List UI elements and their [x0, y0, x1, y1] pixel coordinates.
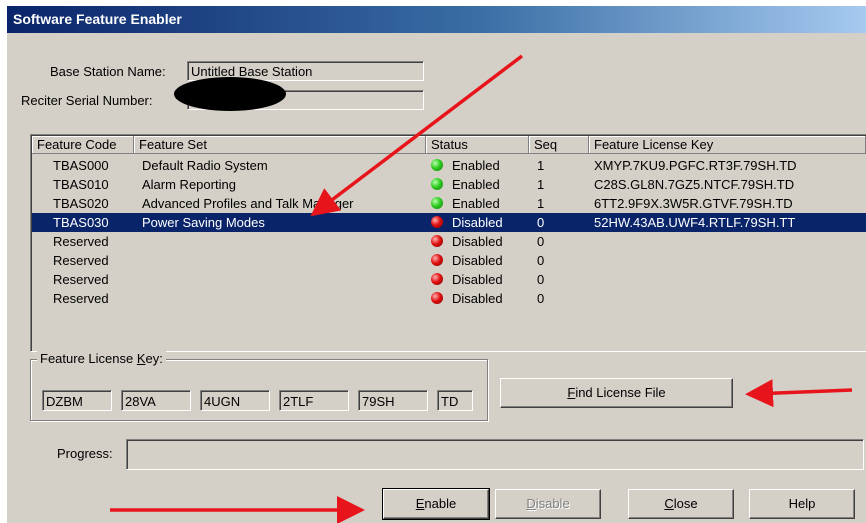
status-disabled-icon — [431, 235, 443, 247]
status-cell: Disabled — [452, 215, 503, 230]
column-header-status[interactable]: Status — [426, 136, 529, 154]
status-cell: Disabled — [452, 234, 503, 249]
feature-code-cell: TBAS010 — [53, 177, 109, 192]
status-enabled-icon — [431, 178, 443, 190]
status-cell: Enabled — [452, 158, 500, 173]
seq-cell: 0 — [537, 253, 545, 268]
feature-code-cell: TBAS020 — [53, 196, 109, 211]
column-header-feature-code[interactable]: Feature Code — [32, 136, 134, 154]
license-key-part-4[interactable]: 2TLF — [279, 390, 349, 411]
redacted-serial-blob — [174, 77, 286, 111]
table-row[interactable]: Reserved Disabled 0 — [32, 232, 866, 251]
license-key-part-1[interactable]: DZBM — [42, 390, 112, 411]
seq-cell: 1 — [537, 158, 545, 173]
status-cell: Disabled — [452, 253, 503, 268]
feature-code-cell: Reserved — [53, 291, 109, 306]
table-row[interactable]: TBAS000 Default Radio System Enabled 1 X… — [32, 156, 866, 175]
enable-button[interactable]: Enable — [382, 488, 490, 520]
seq-cell: 1 — [537, 196, 545, 211]
table-row[interactable]: Reserved Disabled 0 — [32, 251, 866, 270]
table-row[interactable]: TBAS010 Alarm Reporting Enabled 1 C28S.G… — [32, 175, 866, 194]
feature-list[interactable]: Feature Code Feature Set Status Seq Feat… — [30, 134, 866, 352]
feature-set-cell: Advanced Profiles and Talk Manager — [142, 196, 354, 211]
license-key-part-3[interactable]: 4UGN — [200, 390, 270, 411]
seq-cell: 0 — [537, 291, 545, 306]
license-key-cell: XMYP.7KU9.PGFC.RT3F.79SH.TD — [594, 158, 797, 173]
title-bar[interactable]: Software Feature Enabler — [7, 6, 866, 33]
license-key-part-6[interactable]: TD — [437, 390, 473, 411]
feature-set-cell: Alarm Reporting — [142, 177, 236, 192]
find-license-file-button[interactable]: Find License File — [500, 378, 733, 408]
feature-code-cell: TBAS030 — [53, 215, 109, 230]
column-header-feature-set[interactable]: Feature Set — [134, 136, 426, 154]
feature-code-cell: Reserved — [53, 234, 109, 249]
status-disabled-icon — [431, 292, 443, 304]
progress-label: Progress: — [57, 446, 113, 461]
seq-cell: 0 — [537, 272, 545, 287]
close-button[interactable]: Close — [628, 489, 734, 519]
status-cell: Enabled — [452, 177, 500, 192]
progress-bar — [126, 439, 864, 470]
disable-button[interactable]: Disable — [495, 489, 601, 519]
help-button[interactable]: Help — [749, 489, 855, 519]
status-cell: Enabled — [452, 196, 500, 211]
feature-set-cell: Default Radio System — [142, 158, 268, 173]
status-cell: Disabled — [452, 291, 503, 306]
status-disabled-icon — [431, 216, 443, 228]
license-key-cell: C28S.GL8N.7GZ5.NTCF.79SH.TD — [594, 177, 795, 192]
window-title: Software Feature Enabler — [13, 11, 182, 27]
column-header-seq[interactable]: Seq — [529, 136, 589, 154]
status-disabled-icon — [431, 273, 443, 285]
software-feature-enabler-window: Software Feature Enabler Base Station Na… — [7, 6, 866, 523]
status-disabled-icon — [431, 254, 443, 266]
seq-cell: 0 — [537, 234, 545, 249]
license-key-cell: 6TT2.9F9X.3W5R.GTVF.79SH.TD — [594, 196, 793, 211]
license-key-cell: 52HW.43AB.UWF4.RTLF.79SH.TT — [594, 215, 796, 230]
license-key-part-2[interactable]: 28VA — [121, 390, 191, 411]
seq-cell: 0 — [537, 215, 545, 230]
status-cell: Disabled — [452, 272, 503, 287]
feature-set-cell: Power Saving Modes — [142, 215, 265, 230]
column-header-feature-license-key[interactable]: Feature License Key — [589, 136, 866, 154]
license-key-part-5[interactable]: 79SH — [358, 390, 428, 411]
table-row[interactable]: TBAS020 Advanced Profiles and Talk Manag… — [32, 194, 866, 213]
table-row-selected[interactable]: TBAS030 Power Saving Modes Disabled 0 52… — [32, 213, 866, 232]
seq-cell: 1 — [537, 177, 545, 192]
base-station-name-label: Base Station Name: — [50, 64, 166, 79]
table-row[interactable]: Reserved Disabled 0 — [32, 270, 866, 289]
table-row[interactable]: Reserved Disabled 0 — [32, 289, 866, 308]
status-enabled-icon — [431, 159, 443, 171]
feature-license-key-group: Feature License Key: DZBM 28VA 4UGN 2TLF… — [30, 351, 488, 421]
feature-code-cell: Reserved — [53, 253, 109, 268]
reciter-serial-number-label: Reciter Serial Number: — [21, 93, 153, 108]
feature-license-key-legend: Feature License Key: — [37, 351, 166, 366]
feature-code-cell: TBAS000 — [53, 158, 109, 173]
status-enabled-icon — [431, 197, 443, 209]
feature-code-cell: Reserved — [53, 272, 109, 287]
